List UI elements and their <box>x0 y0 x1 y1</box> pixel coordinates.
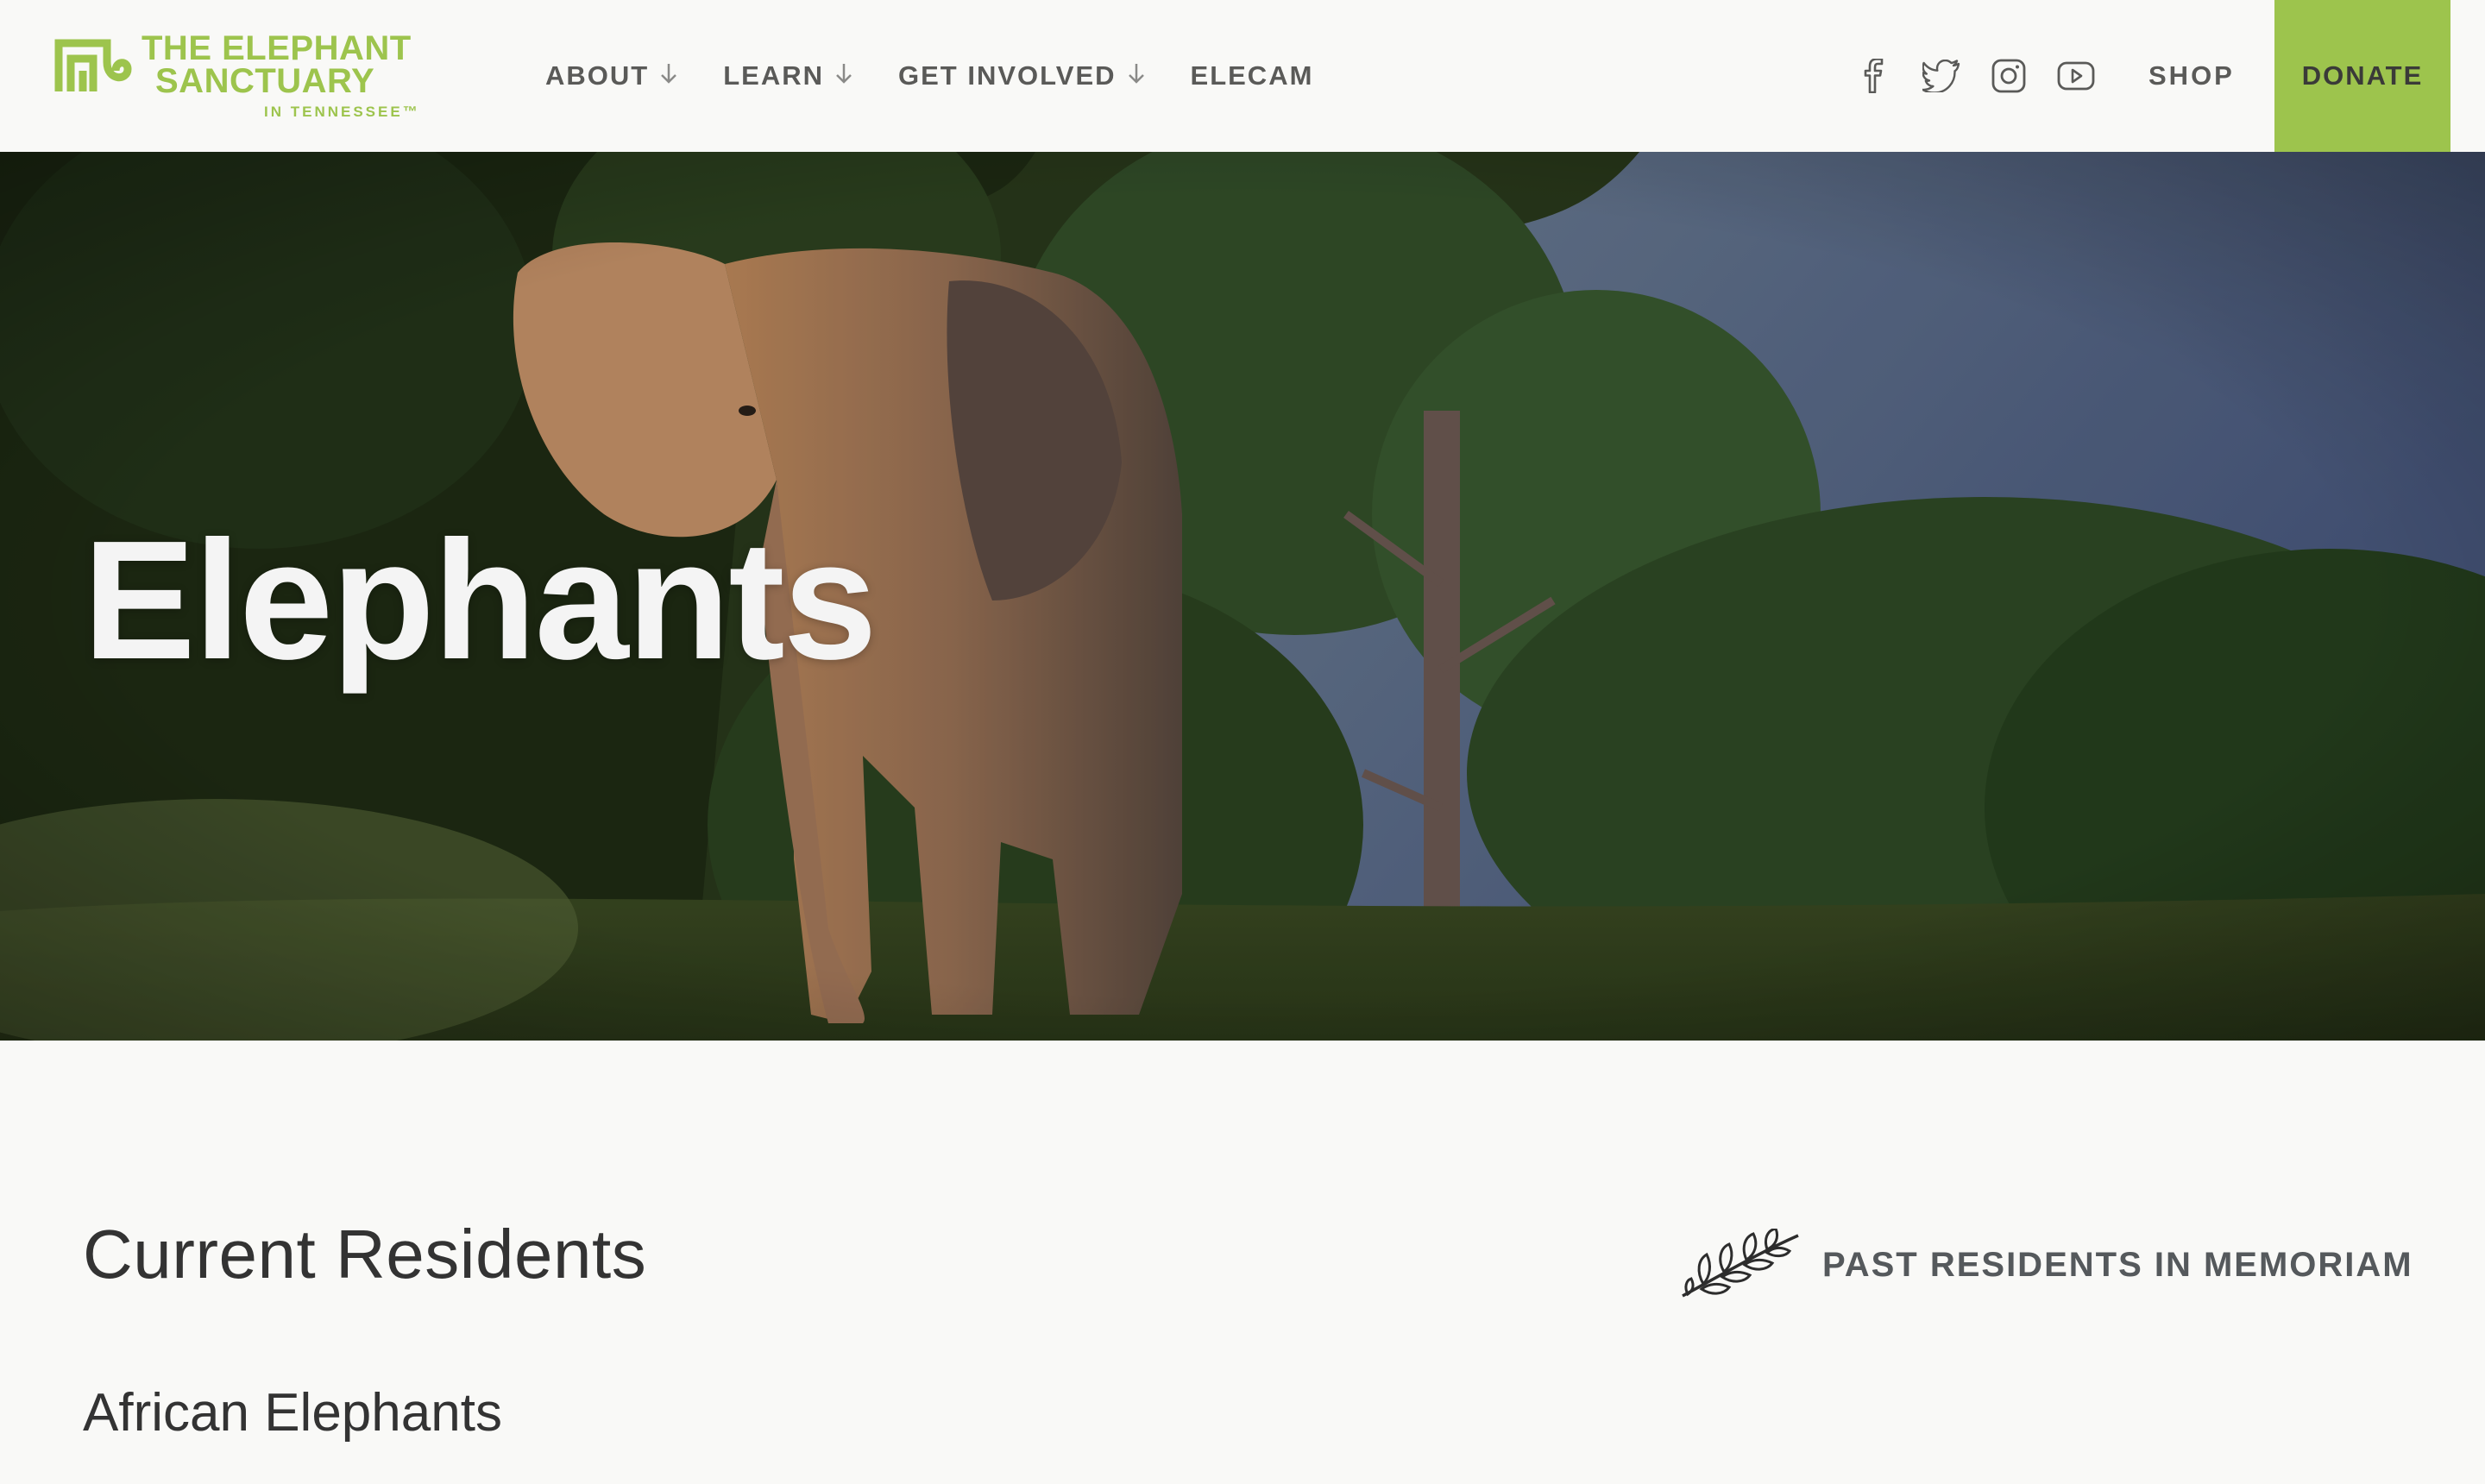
site-header: THE ELEPHANT SANCTUARY IN TENNESSEE™ ABO… <box>0 0 2485 152</box>
nav-item-label: ELECAM <box>1190 60 1314 91</box>
logo-text-line3: IN TENNESSEE™ <box>264 104 420 120</box>
twitter-icon[interactable] <box>1921 55 1962 97</box>
arrow-down-icon <box>659 60 678 91</box>
page-title: Elephants <box>83 506 878 695</box>
olive-branch-icon <box>1682 1229 1799 1298</box>
logo-text-line1: THE ELEPHANT <box>142 29 412 67</box>
nav-item-elecam[interactable]: ELECAM <box>1191 60 1314 91</box>
subsection-title: African Elephants <box>83 1383 502 1443</box>
facebook-icon[interactable] <box>1853 55 1895 97</box>
nav-item-label: GET INVOLVED <box>898 60 1117 91</box>
nav-item-about[interactable]: ABOUT <box>545 60 678 91</box>
instagram-icon[interactable] <box>1988 55 2029 97</box>
youtube-icon[interactable] <box>2055 55 2097 97</box>
elephant-logo-icon <box>54 39 132 91</box>
section-title: Current Residents <box>83 1216 647 1292</box>
arrow-down-icon <box>834 60 853 91</box>
nav-item-learn[interactable]: LEARN <box>723 60 853 91</box>
past-residents-memoriam-link[interactable]: PAST RESIDENTS IN MEMORIAM <box>1677 1229 2413 1301</box>
memoriam-link-label: PAST RESIDENTS IN MEMORIAM <box>1822 1245 2413 1284</box>
donate-button[interactable]: DONATE <box>2274 0 2450 152</box>
logo-text-line2: SANCTUARY <box>155 62 375 100</box>
hero-banner: Elephants <box>0 152 2485 1041</box>
site-logo[interactable]: THE ELEPHANT SANCTUARY IN TENNESSEE™ <box>53 31 442 121</box>
main-nav: ABOUT LEARN GET INVOLVED ELECAM <box>545 0 1358 152</box>
arrow-down-icon <box>1127 60 1146 91</box>
nav-item-label: LEARN <box>723 60 824 91</box>
nav-item-get-involved[interactable]: GET INVOLVED <box>898 60 1146 91</box>
shop-link[interactable]: SHOP <box>2148 0 2235 152</box>
nav-item-label: ABOUT <box>545 60 650 91</box>
social-links <box>1853 55 2123 97</box>
